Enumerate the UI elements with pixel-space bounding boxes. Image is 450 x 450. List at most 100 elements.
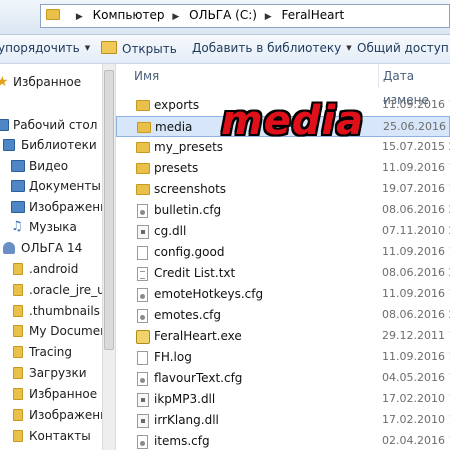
text-file-icon: [137, 267, 148, 281]
add-to-library-label: Добавить в библиотеку: [192, 41, 342, 55]
open-label: Открыть: [122, 42, 177, 56]
file-row-irrklang-dll[interactable]: irrKlang.dll 17.02.2010 1: [116, 410, 450, 431]
file-date: 25.06.2016 11: [383, 120, 450, 133]
nav-item-label: Библиотеки: [21, 138, 97, 152]
breadcrumb-computer[interactable]: Компьютер: [93, 8, 165, 22]
downloads-icon: [13, 367, 23, 379]
file-date: 02.04.2016 1: [382, 434, 450, 447]
organize-button[interactable]: упорядочить ▼: [0, 41, 90, 55]
column-header-date[interactable]: Дата измене: [383, 64, 450, 107]
libraries-icon: [3, 139, 15, 151]
folder-icon: [13, 325, 23, 337]
file-row-presets[interactable]: presets 11.09.2016 1: [116, 158, 450, 179]
file-name: irrKlang.dll: [154, 413, 219, 427]
folder-icon: [13, 263, 23, 275]
nav-item-label: Избранное: [13, 75, 82, 89]
open-folder-icon: [101, 41, 117, 54]
column-divider[interactable]: [378, 64, 379, 88]
file-name: exports: [154, 98, 200, 112]
file-row-feralheart-exe[interactable]: FeralHeart.exe 29.12.2011 1: [116, 326, 450, 347]
file-date: 08.06.2016 2: [382, 308, 450, 321]
config-file-icon: [137, 204, 148, 218]
column-header-name[interactable]: Имя: [134, 64, 159, 88]
nav-item-label: Загрузки: [29, 366, 87, 380]
file-name: FH.log: [154, 350, 192, 364]
folder-icon: [13, 284, 23, 296]
file-icon: [137, 351, 148, 365]
pictures-icon: [13, 409, 23, 421]
nav-item-label: Tracing: [29, 345, 73, 359]
config-file-icon: [137, 372, 148, 386]
overlay-caption: media: [221, 98, 365, 144]
breadcrumb-folder[interactable]: FeralHeart: [282, 8, 345, 22]
share-button[interactable]: Общий доступ▼: [357, 41, 450, 55]
video-icon: [11, 160, 25, 172]
file-date: 17.02.2010 1: [382, 392, 450, 405]
config-file-icon: [137, 288, 148, 302]
breadcrumb[interactable]: ▶ Компьютер ▶ ОЛЬГА (C:) ▶ FeralHeart: [46, 8, 344, 22]
file-row-screenshots[interactable]: screenshots 19.07.2016 1: [116, 179, 450, 200]
chevron-right-icon[interactable]: ▶: [172, 12, 179, 22]
navigation-pane: ★ Избранное Рабочий стол Библиотеки Виде…: [0, 64, 102, 450]
address-bar: ▶ Компьютер ▶ ОЛЬГА (C:) ▶ FeralHeart: [0, 0, 450, 35]
nav-item-label: Рабочий стол: [13, 118, 98, 132]
open-button[interactable]: Открыть: [101, 41, 177, 56]
file-name: emotes.cfg: [154, 308, 222, 322]
file-row-emotes-cfg[interactable]: emotes.cfg 08.06.2016 2: [116, 305, 450, 326]
file-row-fh-log[interactable]: FH.log 11.09.2016 1: [116, 347, 450, 368]
file-name: items.cfg: [154, 434, 210, 448]
music-icon: ♫: [11, 219, 23, 234]
file-date: 19.07.2016 1: [382, 182, 450, 195]
file-date: 11.09.2016 1: [382, 245, 450, 258]
chevron-right-icon[interactable]: ▶: [76, 12, 83, 22]
nav-item-label: .thumbnails: [29, 304, 100, 318]
file-name: presets: [154, 161, 199, 175]
chevron-right-icon[interactable]: ▶: [265, 12, 272, 22]
file-row-bulletin-cfg[interactable]: bulletin.cfg 08.06.2016 2: [116, 200, 450, 221]
file-icon: [137, 246, 148, 260]
file-date: 11.09.2016 1: [382, 161, 450, 174]
file-name: cg.dll: [154, 224, 187, 238]
file-name: screenshots: [154, 182, 227, 196]
add-to-library-button[interactable]: Добавить в библиотеку ▼: [192, 41, 352, 55]
nav-item-label: Изображени: [29, 408, 102, 422]
documents-icon: [11, 180, 25, 192]
nav-item-label: Документы: [29, 179, 101, 193]
pictures-icon: [11, 201, 25, 213]
file-name: ikpMP3.dll: [154, 392, 216, 406]
dropdown-arrow-icon: ▼: [84, 44, 91, 52]
file-row-ikpmp3-dll[interactable]: ikpMP3.dll 17.02.2010 1: [116, 389, 450, 410]
nav-item-label: Видео: [29, 159, 69, 173]
file-row-credit-list[interactable]: Credit List.txt 08.06.2016 2: [116, 263, 450, 284]
folder-icon: [136, 100, 150, 111]
nav-scrollbar[interactable]: [102, 64, 116, 450]
folder-icon: [136, 184, 150, 195]
file-row-emote-hotkeys[interactable]: emoteHotkeys.cfg 11.09.2016 1: [116, 284, 450, 305]
breadcrumb-drive[interactable]: ОЛЬГА (C:): [189, 8, 257, 22]
file-date: 15.07.2015 21: [382, 140, 450, 153]
desktop-icon: [0, 119, 9, 131]
file-name: config.good: [154, 245, 225, 259]
nav-item-label: Избранное: [29, 387, 98, 401]
nav-item-label: .oracle_jre_usa: [29, 283, 102, 297]
file-row-items-cfg[interactable]: items.cfg 02.04.2016 1: [116, 431, 450, 450]
application-icon: [136, 330, 150, 344]
file-date: 11.09.2016 1: [382, 98, 450, 111]
config-file-icon: [137, 309, 148, 323]
file-row-flavour-text[interactable]: flavourText.cfg 04.05.2016 1: [116, 368, 450, 389]
file-row-cg-dll[interactable]: cg.dll 07.11.2010 21: [116, 221, 450, 242]
folder-icon: [137, 122, 151, 133]
nav-item-label: Изображени: [29, 200, 102, 214]
nav-item-label: ОЛЬГА 14: [21, 241, 83, 255]
file-name: bulletin.cfg: [154, 203, 222, 217]
file-row-config-good[interactable]: config.good 11.09.2016 1: [116, 242, 450, 263]
scrollbar-thumb[interactable]: [104, 70, 114, 350]
share-label: Общий доступ: [357, 41, 449, 55]
file-name: FeralHeart.exe: [154, 329, 242, 343]
folder-icon: [136, 142, 150, 153]
file-name: media: [155, 120, 193, 134]
nav-item-label: .android: [29, 262, 79, 276]
file-name: emoteHotkeys.cfg: [154, 287, 264, 301]
file-date: 04.05.2016 1: [382, 371, 450, 384]
dropdown-arrow-icon: ▼: [346, 44, 352, 52]
